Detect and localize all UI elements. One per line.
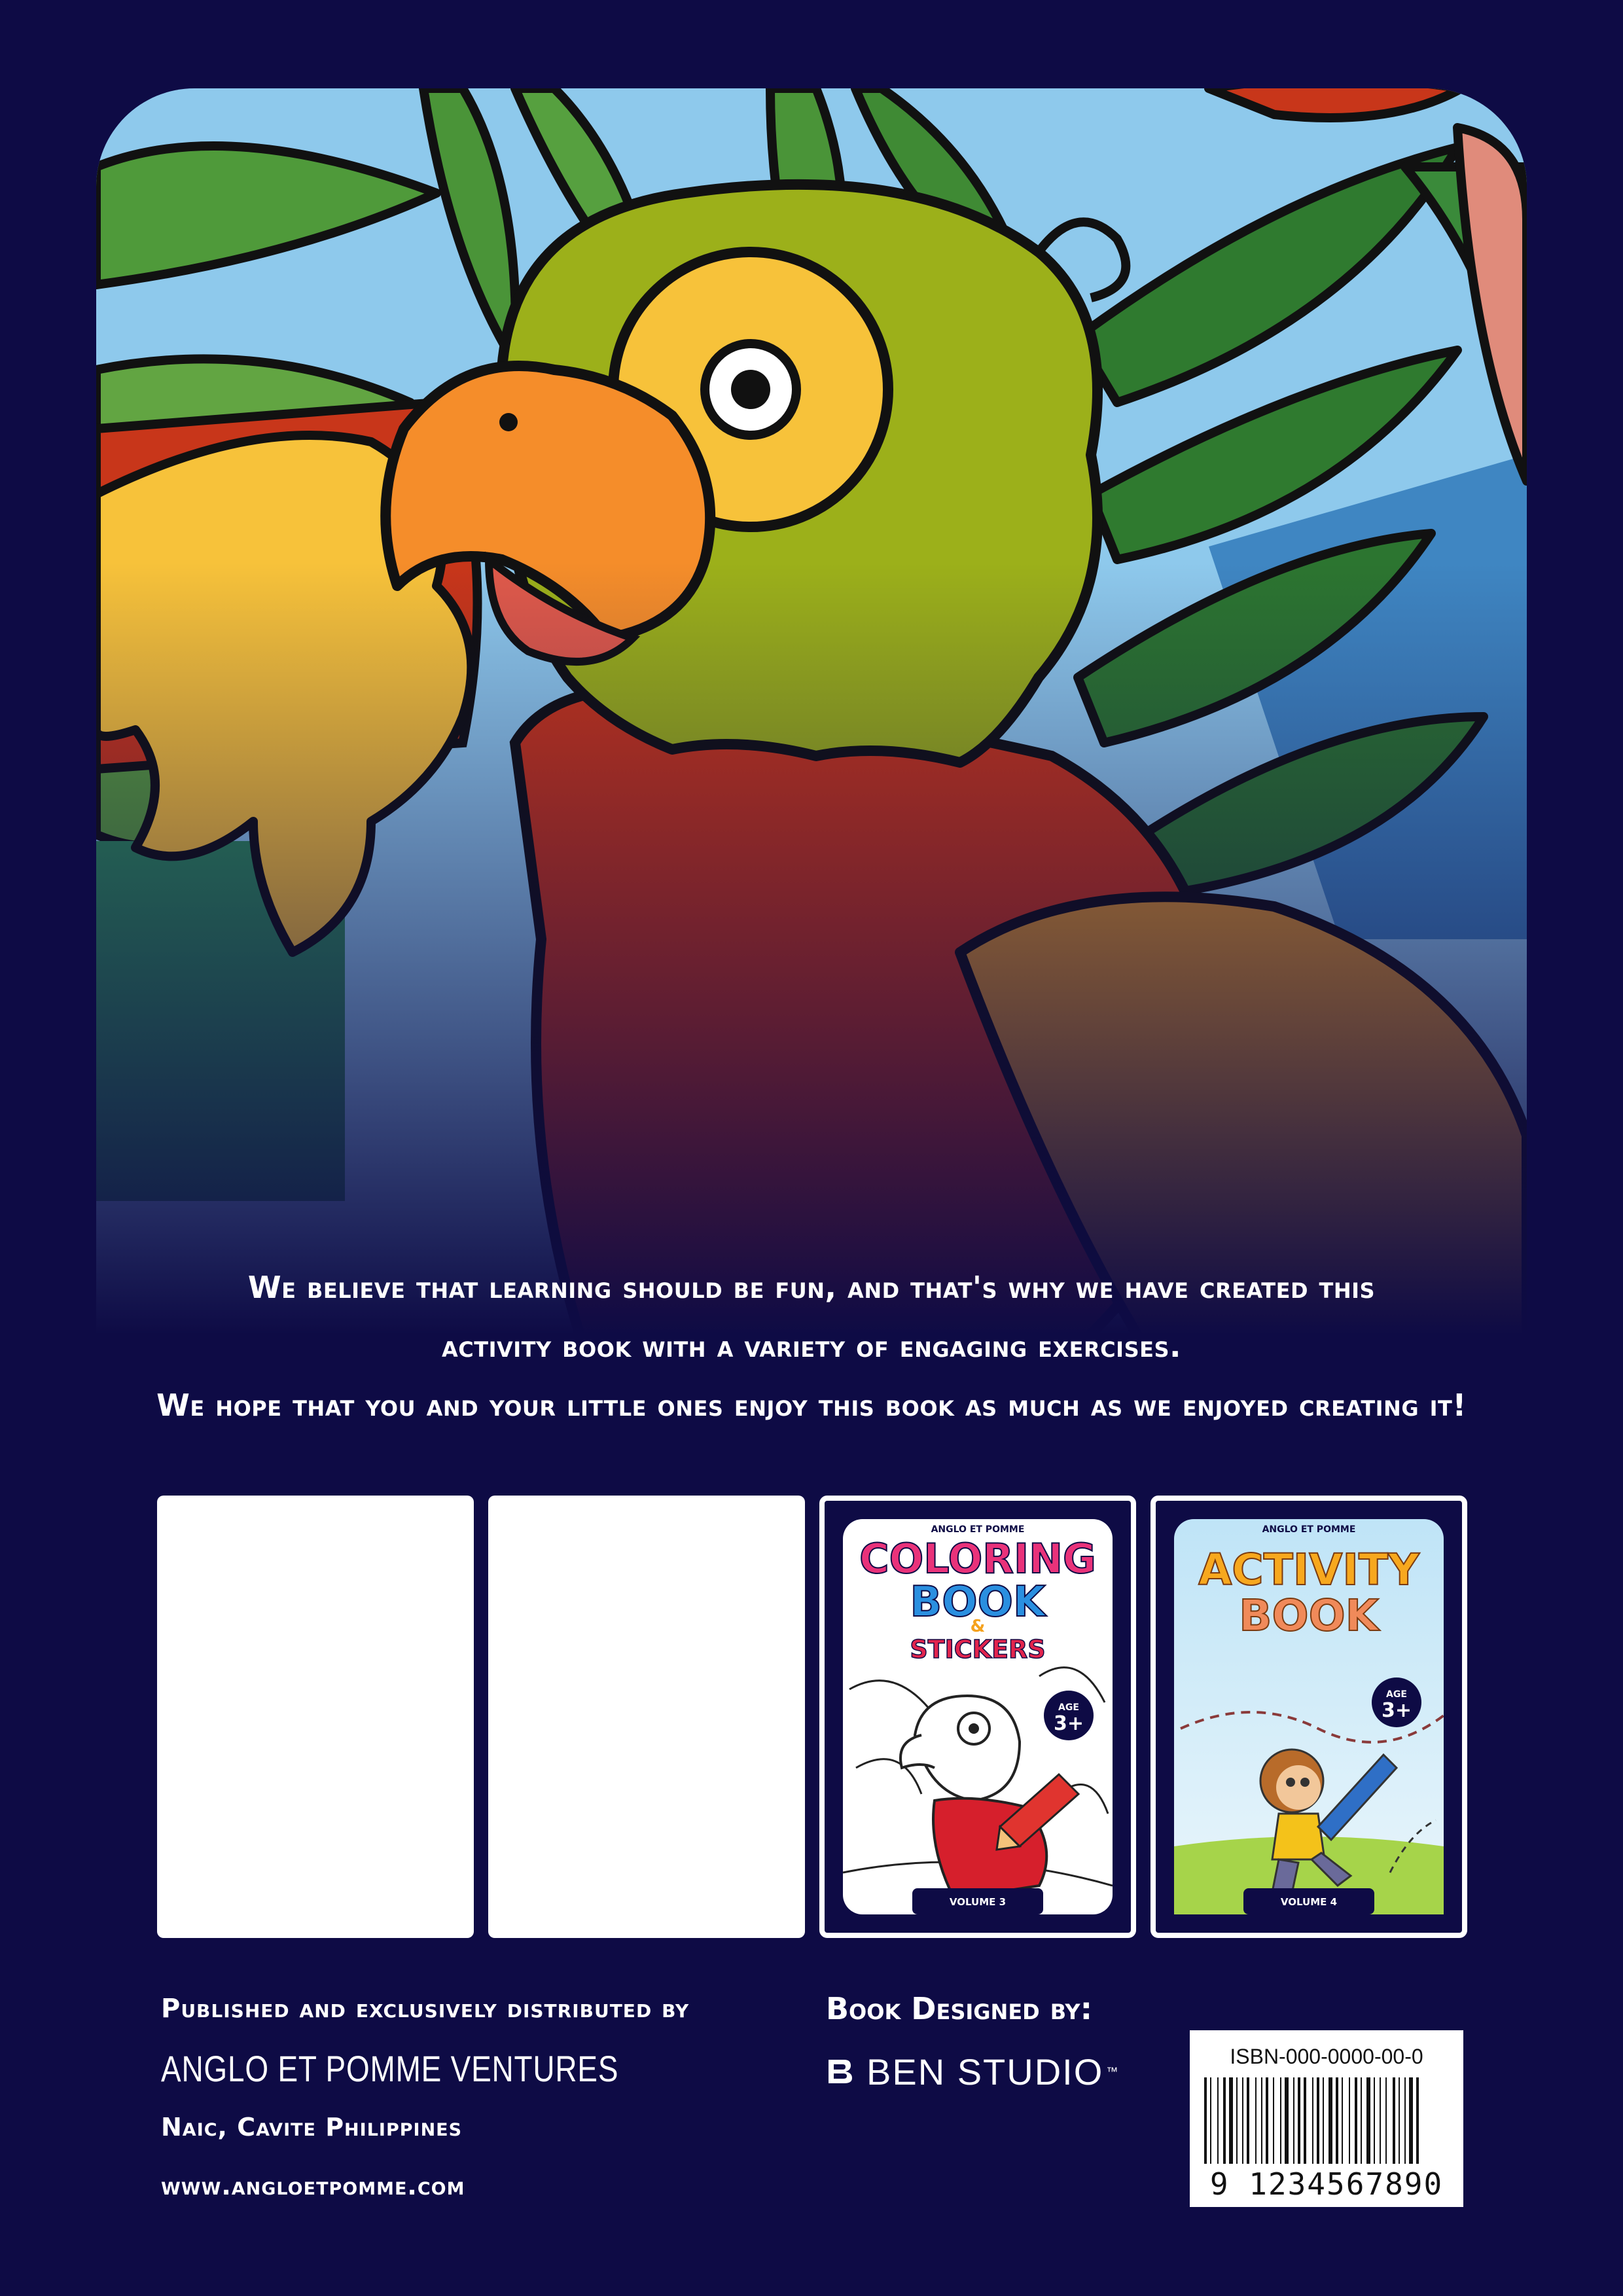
barcode-bar <box>1204 2077 1207 2164</box>
book-coloring-stickers: AGE 3+ ANGLO ET POMME COLORING BOOK & ST… <box>819 1496 1136 1938</box>
activity-age-label: AGE <box>1386 1689 1407 1700</box>
ben-studio-logo-icon <box>829 2060 852 2083</box>
barcode-bar <box>1385 2077 1387 2164</box>
barcode-bar <box>1393 2077 1395 2164</box>
barcode-bar <box>1355 2077 1357 2164</box>
coloring-brand: ANGLO ET POMME <box>931 1524 1025 1535</box>
barcode-bar <box>1273 2077 1274 2164</box>
barcode-bar <box>1217 2077 1219 2164</box>
coloring-title-line-4: STICKERS <box>910 1635 1045 1664</box>
activity-title-line-2: BOOK <box>1239 1590 1381 1641</box>
studio-trademark: ™ <box>1106 2064 1120 2078</box>
isbn-barcode: ISBN-000-0000-00-0 9 1234567890 <box>1190 2030 1463 2207</box>
publisher-label: Published and exclusively distributed by <box>161 1994 690 2024</box>
barcode-bar <box>1366 2077 1370 2164</box>
activity-brand: ANGLO ET POMME <box>1262 1524 1356 1535</box>
parrot-illustration <box>96 88 1527 1443</box>
publisher-name: ANGLO ET POMME VENTURES <box>161 2048 619 2089</box>
barcode-bar <box>1380 2077 1381 2164</box>
barcode-bar <box>1210 2077 1211 2164</box>
barcode-bar <box>1242 2077 1243 2164</box>
barcode-bar <box>1312 2077 1313 2164</box>
barcode-bar <box>1336 2077 1338 2164</box>
coloring-title-line-3: & <box>971 1617 986 1636</box>
barcode-bar <box>1342 2077 1343 2164</box>
barcode-bar <box>1399 2077 1400 2164</box>
tagline-line-1: We believe that learning should be fun, … <box>247 1270 1376 1305</box>
barcode-bar <box>1323 2077 1324 2164</box>
activity-volume: VOLUME 4 <box>1281 1896 1337 1908</box>
barcode-bar <box>1404 2077 1406 2164</box>
barcode-bar <box>1409 2077 1413 2164</box>
barcode-bar <box>1293 2077 1294 2164</box>
barcode-bar <box>1247 2077 1249 2164</box>
book-activity: AGE 3+ ANGLO ET POMME ACTIVITY BOOK VOLU… <box>1150 1496 1467 1938</box>
coloring-volume: VOLUME 3 <box>950 1896 1006 1908</box>
studio-name: BEN STUDIO <box>866 2051 1104 2092</box>
barcode-bar <box>1416 2077 1419 2164</box>
barcode-digits: 9 1234567890 <box>1209 2166 1444 2202</box>
barcode-bar <box>1298 2077 1300 2164</box>
activity-book-cover: AGE 3+ ANGLO ET POMME ACTIVITY BOOK VOLU… <box>1174 1519 1444 1914</box>
tagline-line-2: activity book with a variety of engaging… <box>442 1329 1181 1364</box>
book-placeholder-1 <box>157 1496 474 1938</box>
publisher-website[interactable]: www.angloetpomme.com <box>161 2172 465 2200</box>
barcode-bar <box>1266 2077 1268 2164</box>
barcode-bar <box>1285 2077 1289 2164</box>
activity-title-line-1: ACTIVITY <box>1198 1545 1420 1595</box>
coloring-book-cover: AGE 3+ ANGLO ET POMME COLORING BOOK & ST… <box>843 1519 1113 1914</box>
isbn-number: ISBN-000-0000-00-0 <box>1230 2045 1423 2068</box>
barcode-bar <box>1255 2077 1257 2164</box>
publisher-location: Naic, Cavite Philippines <box>161 2113 463 2142</box>
barcode-bars <box>1204 2077 1419 2164</box>
coloring-age-label: AGE <box>1058 1702 1079 1713</box>
barcode-bar <box>1229 2077 1233 2164</box>
barcode-bar <box>1223 2077 1226 2164</box>
designer-label: Book Designed by: <box>826 1991 1092 2026</box>
coloring-age-value: 3+ <box>1054 1712 1084 1735</box>
barcode-bar <box>1261 2077 1262 2164</box>
tagline-line-3: We hope that you and your little ones en… <box>156 1388 1467 1423</box>
barcode-bar <box>1329 2077 1332 2164</box>
coloring-title-line-1: COLORING <box>859 1535 1096 1583</box>
barcode-bar <box>1280 2077 1281 2164</box>
barcode-bar <box>1374 2077 1375 2164</box>
barcode-bar <box>1349 2077 1350 2164</box>
barcode-bar <box>1317 2077 1319 2164</box>
barcode-bar <box>1236 2077 1238 2164</box>
designer-studio: BEN STUDIO ™ <box>826 2049 1119 2094</box>
barcode-bar <box>1304 2077 1306 2164</box>
book-placeholder-2 <box>488 1496 805 1938</box>
barcode-bar <box>1361 2077 1362 2164</box>
activity-age-value: 3+ <box>1382 1699 1412 1722</box>
cover-illustration <box>96 88 1527 1443</box>
